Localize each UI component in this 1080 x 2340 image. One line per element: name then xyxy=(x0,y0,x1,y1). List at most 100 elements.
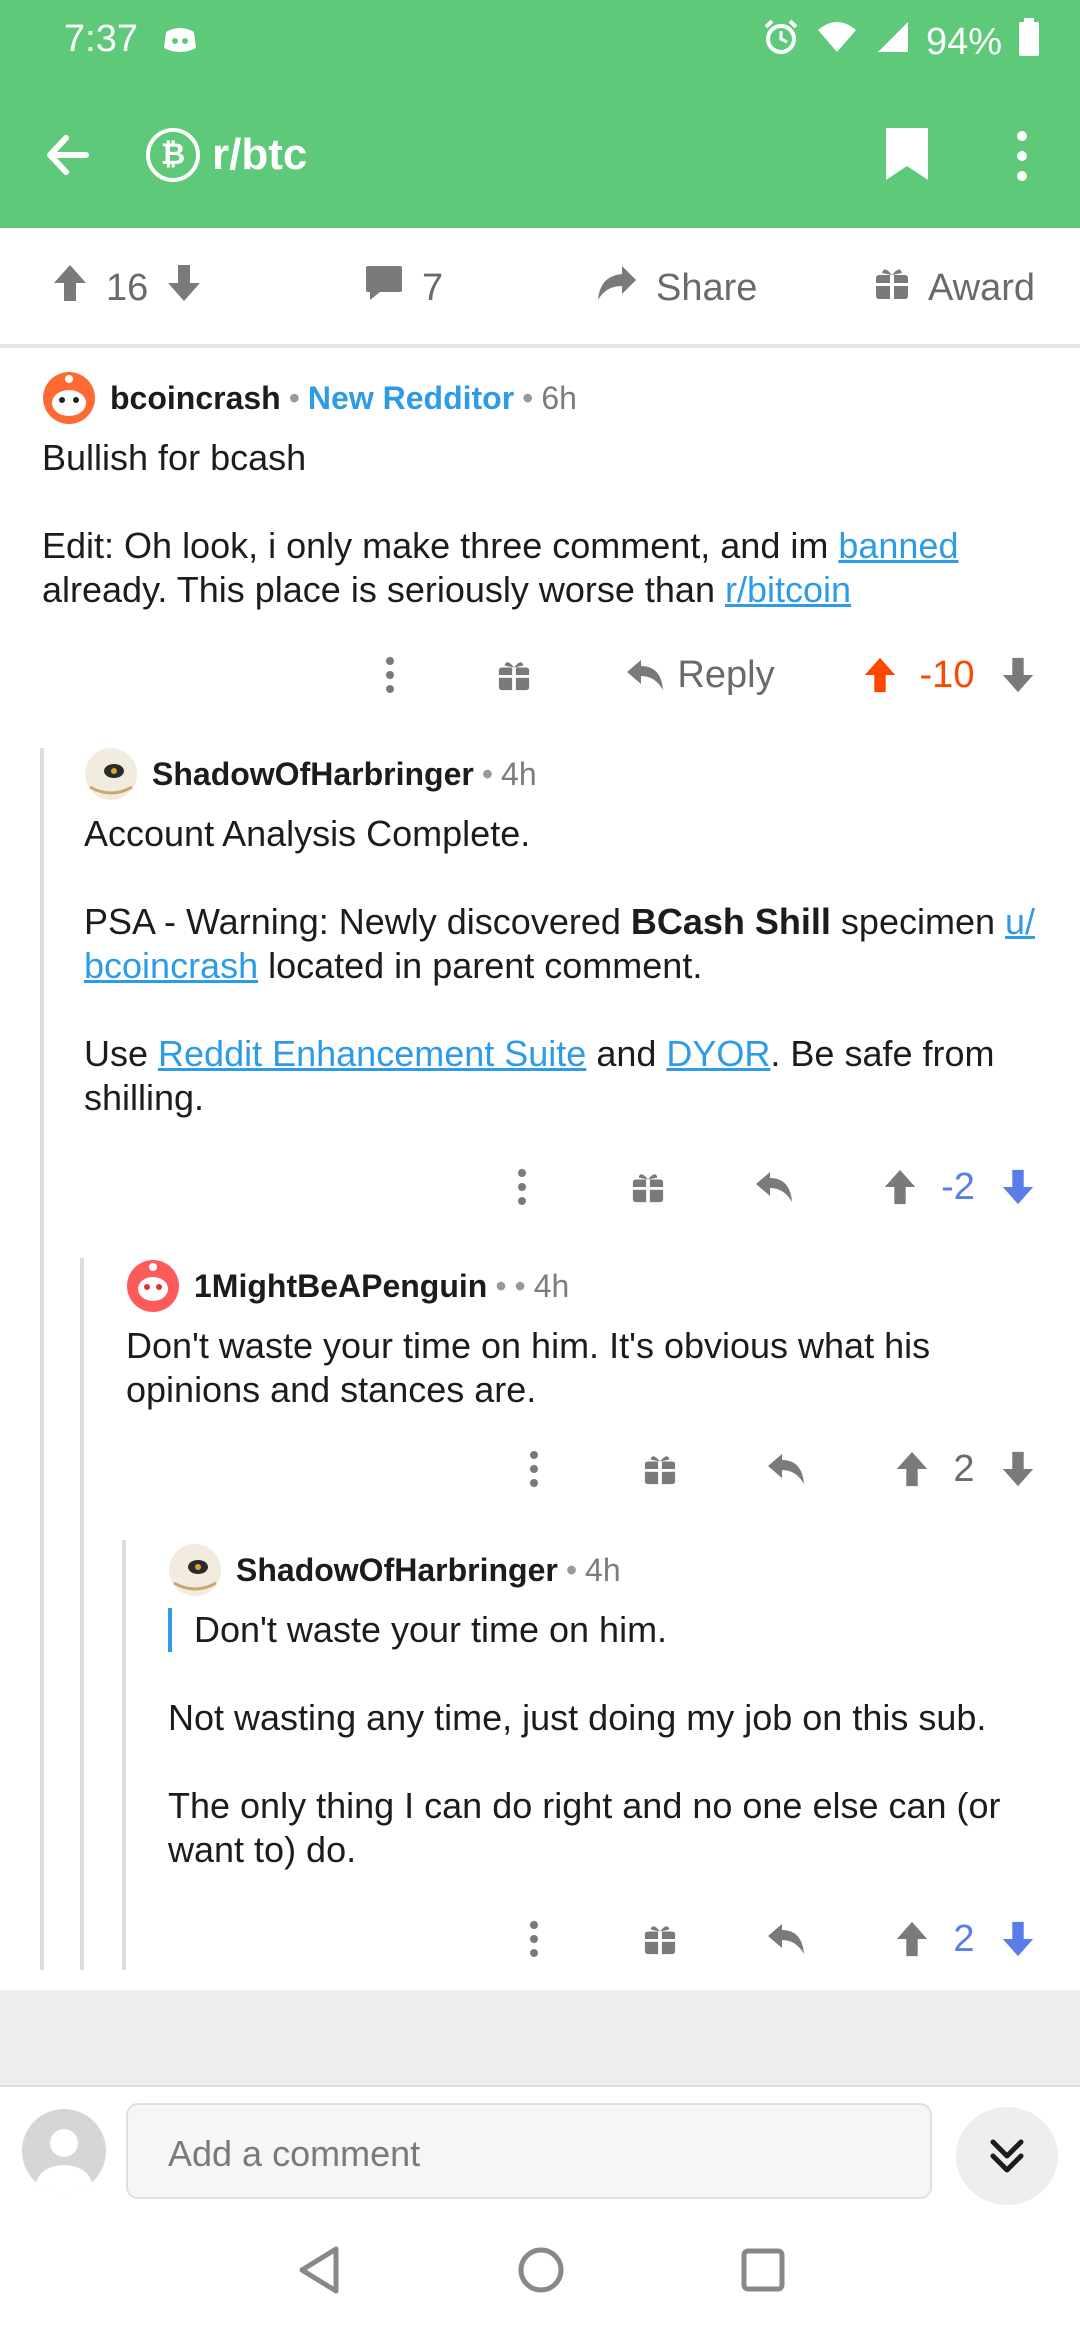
bookmark-icon[interactable] xyxy=(884,126,930,187)
more-options-icon[interactable] xyxy=(1010,128,1034,189)
list-end-spacer xyxy=(0,1990,1080,2085)
app-bar: ₿ r/btc xyxy=(0,110,1080,200)
comment: bcoincrash • New Redditor • 6h Bullish f… xyxy=(42,370,1042,612)
system-nav-bar xyxy=(0,2215,1080,2340)
status-bar: 7:37 94% xyxy=(0,0,1080,80)
wifi-icon xyxy=(816,20,858,64)
link-banned[interactable]: banned xyxy=(838,525,958,566)
downvote-arrow-icon[interactable] xyxy=(998,640,1038,710)
comment-author[interactable]: ShadowOfHarbringer xyxy=(236,1552,558,1589)
share-arrow-icon xyxy=(596,264,638,312)
comment-body: Don't waste your time on him. It's obvio… xyxy=(126,1324,1046,1412)
avatar[interactable] xyxy=(42,371,96,425)
award-label: Award xyxy=(928,266,1036,309)
comment-text: Account Analysis Complete. xyxy=(84,813,531,854)
comment-text: The only thing I can do right and no one… xyxy=(168,1785,1001,1870)
reply-icon[interactable] xyxy=(766,1904,806,1974)
gift-icon[interactable] xyxy=(640,1904,680,1974)
gift-icon xyxy=(874,265,910,311)
comment-score: 2 xyxy=(953,1447,975,1490)
comment-author[interactable]: bcoincrash xyxy=(110,380,281,417)
comment-age: 4h xyxy=(585,1551,621,1588)
nav-home-icon[interactable] xyxy=(516,2245,566,2300)
more-options-icon[interactable] xyxy=(514,1904,554,1974)
comment-input[interactable]: Add a comment xyxy=(126,2103,932,2199)
comment-text: Bullish for bcash xyxy=(42,437,307,478)
comment-body: Bullish for bcash Edit: Oh look, i only … xyxy=(42,436,1042,612)
discord-icon xyxy=(162,26,198,59)
comment-score: 2 xyxy=(953,1917,975,1960)
avatar[interactable] xyxy=(126,1259,180,1313)
comment-author[interactable]: 1MightBeAPenguin xyxy=(194,1268,487,1305)
back-arrow-icon[interactable] xyxy=(42,130,92,185)
subreddit-icon[interactable]: ₿ xyxy=(146,128,200,182)
comment-meta: bcoincrash • New Redditor • 6h xyxy=(42,370,1042,426)
comment-actions: 2 xyxy=(0,1434,1080,1504)
nav-recents-icon[interactable] xyxy=(740,2245,786,2300)
comment-composer: Add a comment xyxy=(0,2085,1080,2215)
link-subreddit[interactable]: r/bitcoin xyxy=(725,569,851,610)
comment-count: 7 xyxy=(422,266,444,309)
share-label: Share xyxy=(656,266,758,309)
comment-body: Don't waste your time on him. Not wastin… xyxy=(168,1608,1048,1872)
comment-meta: ShadowOfHarbringer • 4h xyxy=(168,1542,1048,1598)
comment-bubble-icon xyxy=(364,264,404,312)
comment-author[interactable]: ShadowOfHarbringer xyxy=(152,756,474,793)
comment-text: Edit: Oh look, i only make three comment… xyxy=(42,525,959,610)
gift-icon[interactable] xyxy=(628,1152,668,1222)
comment-meta: 1MightBeAPenguin • • 4h xyxy=(126,1258,1046,1314)
thread-line[interactable] xyxy=(80,1258,84,1970)
upvote-arrow-icon[interactable] xyxy=(892,1904,932,1974)
battery-icon xyxy=(1018,18,1040,66)
more-options-icon[interactable] xyxy=(514,1434,554,1504)
reply-icon[interactable] xyxy=(754,1152,794,1222)
comment-meta: ShadowOfHarbringer • 4h xyxy=(84,746,1044,802)
upvote-arrow-icon[interactable] xyxy=(52,263,88,313)
collapse-chevron-icon[interactable] xyxy=(956,2107,1058,2205)
comment-score: -10 xyxy=(919,653,975,696)
comment-age: 4h xyxy=(501,755,537,792)
upvote-arrow-icon[interactable] xyxy=(880,1152,920,1222)
reply-label: Reply xyxy=(677,653,775,696)
downvote-arrow-icon[interactable] xyxy=(166,263,202,313)
more-options-icon[interactable] xyxy=(370,640,410,710)
more-options-icon[interactable] xyxy=(502,1152,542,1222)
downvote-arrow-icon[interactable] xyxy=(998,1904,1038,1974)
comment-text: Use Reddit Enhancement Suite and DYOR. B… xyxy=(84,1033,995,1118)
signal-icon xyxy=(874,20,910,64)
post-comments-button[interactable]: 7 xyxy=(364,228,443,348)
share-button[interactable]: Share xyxy=(596,228,757,348)
downvote-arrow-icon[interactable] xyxy=(998,1152,1038,1222)
comment-age: 4h xyxy=(533,1267,570,1304)
avatar[interactable] xyxy=(168,1543,222,1597)
gift-icon[interactable] xyxy=(494,640,534,710)
comment-body: Account Analysis Complete. PSA - Warning… xyxy=(84,812,1044,1120)
downvote-arrow-icon[interactable] xyxy=(998,1434,1038,1504)
upvote-arrow-icon[interactable] xyxy=(860,640,900,710)
award-button[interactable]: Award xyxy=(874,228,1035,348)
comment-text: Not wasting any time, just doing my job … xyxy=(168,1697,987,1738)
reply-icon[interactable] xyxy=(766,1434,806,1504)
block-quote: Don't waste your time on him. xyxy=(168,1608,1048,1652)
comment-text: Don't waste your time on him. It's obvio… xyxy=(126,1325,931,1410)
comment: ShadowOfHarbringer • 4h Don't waste your… xyxy=(168,1542,1048,1872)
avatar[interactable] xyxy=(84,747,138,801)
comment-age: 6h xyxy=(541,379,577,416)
link-dyor[interactable]: DYOR xyxy=(666,1033,770,1074)
thread-line[interactable] xyxy=(40,748,44,1970)
comment-text: PSA - Warning: Newly discovered BCash Sh… xyxy=(84,901,1036,986)
comment: ShadowOfHarbringer • 4h Account Analysis… xyxy=(84,746,1044,1120)
reply-button[interactable]: Reply xyxy=(620,640,780,710)
comment: 1MightBeAPenguin • • 4h Don't waste your… xyxy=(126,1258,1046,1412)
post-score: 16 xyxy=(106,266,149,309)
gift-icon[interactable] xyxy=(640,1434,680,1504)
nav-back-icon[interactable] xyxy=(296,2245,342,2300)
link-res[interactable]: Reddit Enhancement Suite xyxy=(158,1033,586,1074)
app-header: 7:37 94% ₿ r/btc xyxy=(0,0,1080,228)
post-vote-group: 16 xyxy=(52,228,202,348)
user-flair: New Redditor xyxy=(307,379,515,416)
upvote-arrow-icon[interactable] xyxy=(892,1434,932,1504)
battery-percent: 94% xyxy=(925,20,1002,63)
user-avatar[interactable] xyxy=(22,2109,106,2193)
subreddit-name[interactable]: r/btc xyxy=(212,130,307,180)
